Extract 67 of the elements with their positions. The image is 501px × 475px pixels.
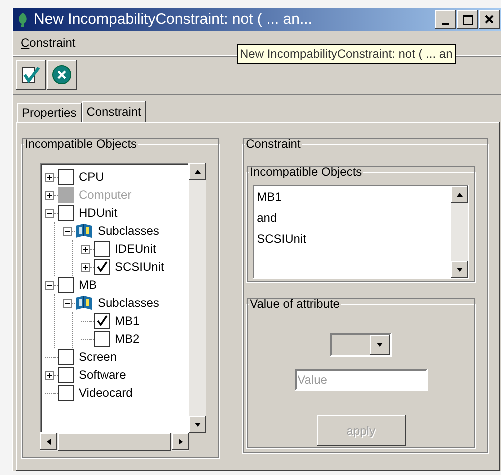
tree-item[interactable]: Screen (79, 350, 118, 364)
tree-item[interactable]: Videocard (79, 386, 133, 400)
expand-icon[interactable] (45, 370, 54, 380)
checkbox[interactable] (58, 349, 74, 365)
down-arrow-icon (376, 341, 384, 349)
checkbox[interactable] (94, 241, 110, 257)
close-icon (485, 15, 494, 24)
expand-icon[interactable] (81, 244, 90, 254)
maximize-button[interactable] (457, 10, 478, 29)
maximize-icon (462, 14, 472, 24)
group-title: Incompatible Objects (24, 137, 138, 151)
list-item[interactable]: SCSIUnit (254, 232, 452, 253)
tree-item[interactable]: CPU (79, 170, 104, 184)
checkbox[interactable] (58, 367, 74, 383)
tree-item[interactable]: SCSIUnit (115, 260, 164, 274)
tree-item[interactable]: MB1 (115, 314, 140, 328)
book-icon (75, 223, 93, 239)
tree-item[interactable]: Subclasses (98, 224, 160, 238)
scrollbar[interactable] (189, 163, 206, 433)
checkbox[interactable] (94, 259, 110, 275)
collapse-icon[interactable] (63, 226, 72, 236)
expand-icon[interactable] (81, 262, 90, 272)
group-title: Incompatible Objects (249, 165, 364, 179)
cancel-button[interactable] (47, 60, 77, 90)
menu-item[interactable]: Constraint (18, 36, 79, 50)
list-item[interactable]: and (254, 211, 452, 232)
tree-item[interactable]: MB (79, 278, 97, 292)
tree-item[interactable]: Subclasses (98, 296, 160, 310)
checkbox[interactable] (58, 385, 74, 401)
checkbox[interactable] (94, 331, 110, 347)
expand-icon[interactable] (45, 172, 54, 182)
minimize-icon (442, 22, 449, 24)
up-arrow-icon (194, 168, 202, 176)
list-item[interactable]: MB1 (254, 190, 452, 211)
minimize-button[interactable] (435, 10, 456, 29)
tooltip: New IncompabilityConstraint: not ( ... an (237, 44, 456, 64)
edit-check-icon (21, 65, 41, 85)
collapse-icon[interactable] (63, 298, 72, 308)
cancel-icon (52, 65, 72, 85)
close-button[interactable] (479, 10, 500, 29)
leaf-icon (16, 12, 30, 28)
scrollbar[interactable] (451, 186, 468, 278)
book-icon (75, 295, 93, 311)
tree-item[interactable]: Software (79, 368, 126, 382)
down-arrow-icon (456, 266, 464, 274)
up-arrow-icon (456, 190, 464, 198)
checkbox[interactable] (94, 313, 110, 329)
checkbox[interactable] (58, 205, 74, 221)
dropdown[interactable] (330, 333, 392, 357)
left-arrow-icon (44, 438, 52, 446)
value-field[interactable]: Value (294, 369, 428, 391)
window-title: New IncompabilityConstraint: not ( ... an... (34, 11, 314, 28)
checkbox[interactable] (58, 169, 74, 185)
right-arrow-icon (176, 438, 184, 446)
checkbox[interactable] (58, 277, 74, 293)
apply-button[interactable] (16, 60, 46, 90)
collapse-icon[interactable] (45, 208, 54, 218)
tree-item[interactable]: MB2 (115, 332, 140, 346)
tree-item[interactable]: IDEUnit (115, 242, 156, 256)
horizontal-scrollbar[interactable] (40, 433, 189, 451)
down-arrow-icon (194, 420, 202, 428)
group-title: Constraint (245, 137, 302, 151)
tree-item[interactable]: HDUnit (79, 206, 118, 220)
tab[interactable]: Constraint (82, 101, 146, 122)
collapse-icon[interactable] (45, 280, 54, 290)
group-title: Value of attribute (249, 297, 341, 311)
tab[interactable]: Properties (17, 103, 82, 122)
